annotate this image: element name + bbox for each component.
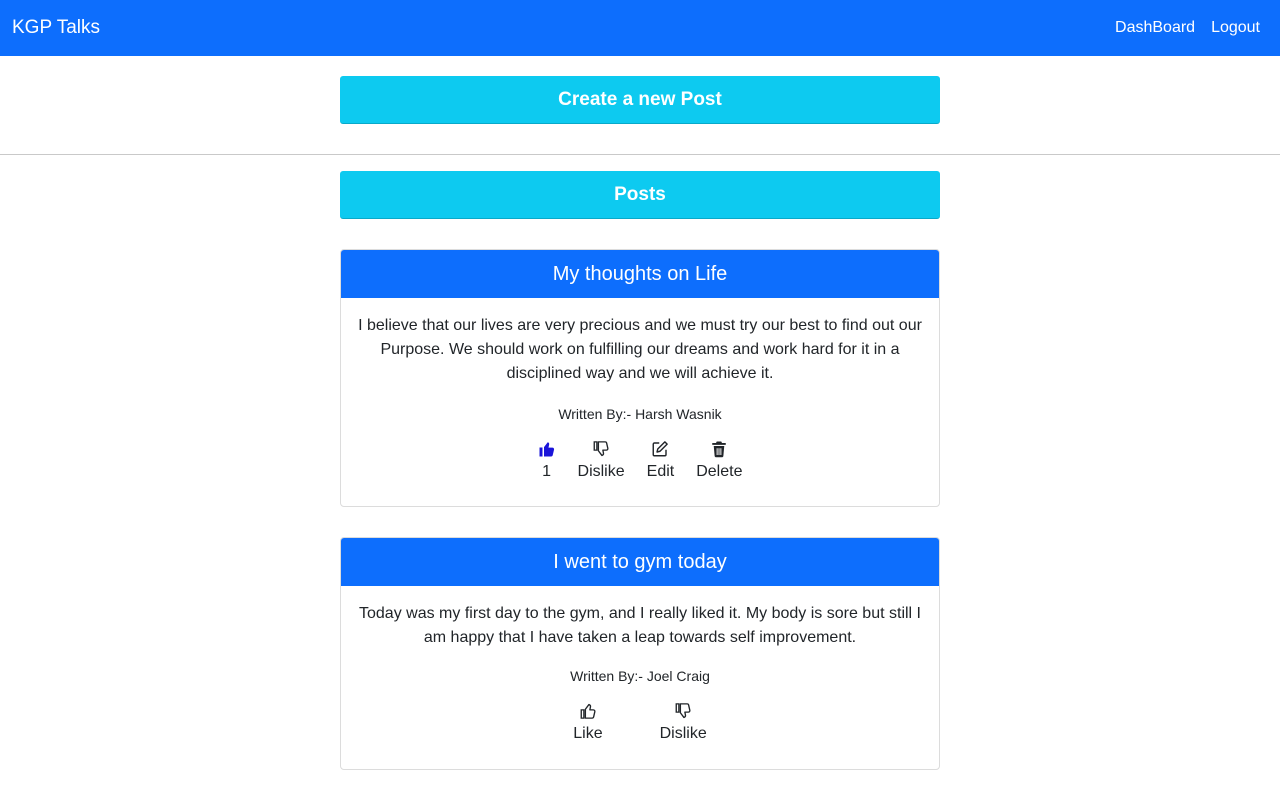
create-post-button[interactable]: Create a new Post [340,76,940,124]
edit-icon [652,441,669,457]
post-actions: 1 Dislike Edit Delete [357,440,923,482]
navbar: KGP Talks DashBoard Logout [0,0,1280,56]
delete-button[interactable]: Delete [696,440,742,482]
edit-button[interactable]: Edit [646,440,675,482]
nav-links: DashBoard Logout [1115,19,1260,37]
divider [0,154,1280,155]
post-author: Written By:- Harsh Wasnik [558,406,722,422]
post-title: I went to gym today [341,538,939,586]
thumbs-up-outline-icon [580,703,596,719]
post-text: Today was my first day to the gym, and I… [359,605,921,646]
post-body: I believe that our lives are very precio… [341,298,939,482]
post-text: I believe that our lives are very precio… [358,317,922,382]
like-count: 1 [542,463,551,480]
trash-icon [712,441,727,458]
thumbs-down-outline-icon [675,703,691,719]
like-button[interactable]: Like [573,702,603,744]
delete-label: Delete [696,463,743,480]
posts-heading: Posts [340,171,940,219]
post-body: Today was my first day to the gym, and I… [341,586,939,744]
dislike-label: Dislike [577,463,625,480]
like-button[interactable]: 1 [538,440,556,482]
post-card: My thoughts on Life I believe that our l… [340,249,940,507]
brand-title[interactable]: KGP Talks [12,17,100,39]
dislike-button[interactable]: Dislike [660,702,707,744]
post-author: Written By:- Joel Craig [570,668,710,684]
post-card: I went to gym today Today was my first d… [340,537,940,770]
dislike-label: Dislike [659,725,707,742]
thumbs-down-outline-icon [593,441,609,457]
thumbs-up-filled-icon [539,442,554,457]
post-title: My thoughts on Life [341,250,939,298]
edit-label: Edit [646,463,675,480]
nav-link-logout[interactable]: Logout [1211,19,1260,37]
post-actions: Like Dislike [357,702,923,744]
nav-link-dashboard[interactable]: DashBoard [1115,19,1195,37]
dislike-button[interactable]: Dislike [578,440,625,482]
like-label: Like [573,725,603,742]
